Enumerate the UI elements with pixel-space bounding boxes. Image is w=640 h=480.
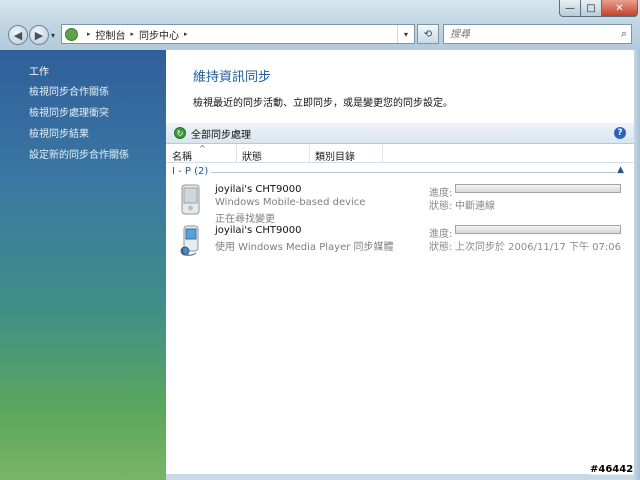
list-item[interactable]: joyilai's CHT9000 Windows Mobile-based d… (166, 181, 634, 225)
group-label: I - P (2) (172, 166, 209, 177)
group-divider (211, 172, 616, 173)
search-icon[interactable]: ⌕ (621, 27, 627, 41)
view-sync-conflicts-link[interactable]: 檢視同步處理衝突 (29, 104, 109, 119)
help-icon[interactable]: ? (614, 127, 626, 139)
group-header[interactable]: I - P (2) ▲ (172, 165, 628, 178)
recent-pages-dropdown[interactable]: ▾ (51, 31, 55, 40)
minimize-button[interactable]: — (559, 0, 581, 17)
sort-ascending-icon: ^ (199, 144, 206, 153)
search-box[interactable]: ⌕ (443, 24, 632, 44)
page-description: 檢視最近的同步活動、立即同步，或是變更您的同步設定。 (193, 98, 453, 109)
sync-all-button[interactable]: 全部同步處理 (191, 126, 251, 141)
view-sync-partnerships-link[interactable]: 檢視同步合作關係 (29, 83, 109, 98)
column-divider[interactable] (309, 145, 310, 162)
page-title: 維持資訊同步 (193, 70, 272, 85)
column-status[interactable]: 狀態 (242, 148, 262, 163)
address-dropdown-button[interactable]: ▾ (397, 25, 414, 43)
progress-bar (455, 184, 621, 193)
window-frame-bottom (166, 474, 634, 480)
address-bar[interactable]: ▸ 控制台 ▸ 同步中心 ▸ ▾ (61, 24, 415, 44)
status-label: 狀態: (429, 201, 453, 212)
item-name: joyilai's CHT9000 (215, 225, 302, 236)
media-player-device-icon (180, 225, 199, 256)
pda-device-icon (181, 184, 200, 215)
breadcrumb-sync-center[interactable]: 同步中心 (139, 27, 179, 42)
task-pane: 工作 檢視同步合作關係 檢視同步處理衝突 檢視同步結果 設定新的同步合作關係 (0, 50, 166, 480)
list-item[interactable]: joyilai's CHT9000 使用 Windows Media Playe… (166, 222, 634, 260)
column-name[interactable]: 名稱 (172, 148, 192, 163)
refresh-icon: ⟲ (423, 28, 433, 40)
column-divider[interactable] (236, 145, 237, 162)
collapse-icon[interactable]: ▲ (617, 165, 624, 175)
back-button[interactable]: ◀ (8, 25, 28, 45)
view-sync-results-link[interactable]: 檢視同步結果 (29, 125, 89, 140)
command-bar: ↻ 全部同步處理 ? (166, 123, 634, 144)
task-pane-heading: 工作 (29, 67, 49, 78)
sync-center-icon (65, 27, 78, 41)
status-value: 上次同步於 2006/11/17 下午 07:06 (455, 242, 621, 253)
status-label: 狀態: (429, 242, 453, 253)
main-panel: 維持資訊同步 檢視最近的同步活動、立即同步，或是變更您的同步設定。 ↻ 全部同步… (166, 50, 634, 474)
status-value: 中斷連線 (455, 201, 495, 212)
maximize-button[interactable]: □ (580, 0, 602, 17)
column-divider[interactable] (382, 145, 383, 162)
search-input[interactable] (448, 27, 612, 41)
breadcrumb-separator[interactable]: ▸ (131, 30, 135, 38)
setup-new-sync-partnership-link[interactable]: 設定新的同步合作關係 (29, 146, 129, 161)
progress-bar (455, 225, 621, 234)
sync-all-icon[interactable]: ↻ (174, 127, 186, 139)
item-description: 使用 Windows Media Player 同步媒體 (215, 242, 394, 253)
breadcrumb-separator[interactable]: ▸ (87, 30, 91, 38)
forward-button[interactable]: ▶ (29, 25, 49, 45)
image-watermark: #46442 (590, 464, 634, 475)
item-description: Windows Mobile-based device (215, 197, 366, 208)
breadcrumb-control-panel[interactable]: 控制台 (96, 27, 126, 42)
column-header-row: 名稱 ^ 狀態 類別目錄 (166, 144, 634, 163)
column-category[interactable]: 類別目錄 (315, 148, 355, 163)
close-button[interactable]: ✕ (601, 0, 638, 17)
item-name: joyilai's CHT9000 (215, 184, 302, 195)
breadcrumb-separator[interactable]: ▸ (184, 30, 188, 38)
refresh-button[interactable]: ⟲ (417, 24, 439, 44)
window-frame-right (634, 50, 640, 480)
